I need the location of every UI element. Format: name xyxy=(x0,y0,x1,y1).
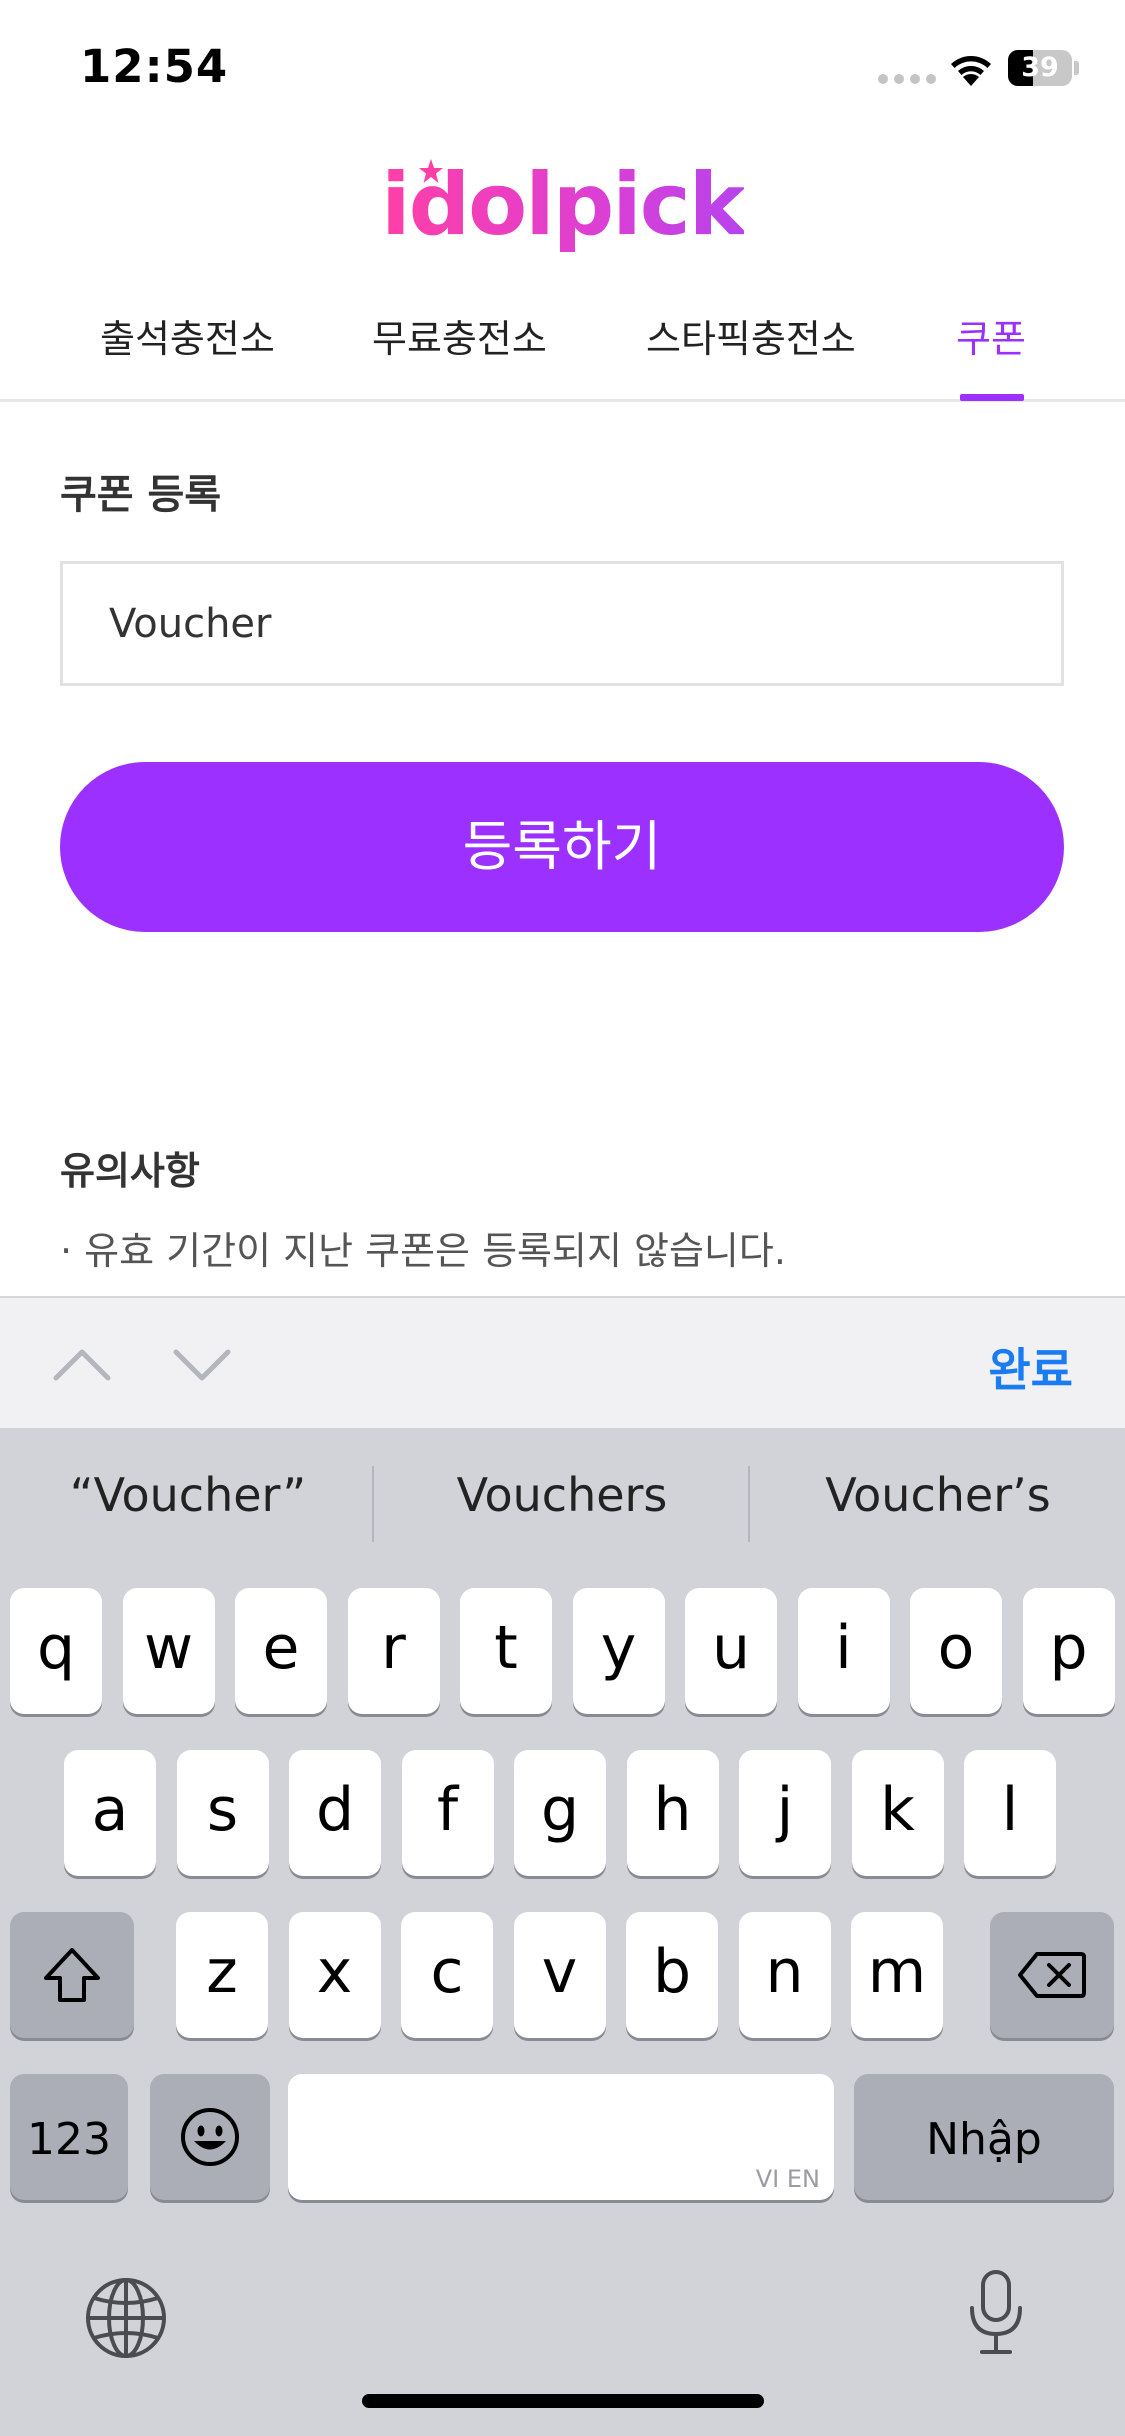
key-b[interactable]: b xyxy=(626,1912,718,2038)
star-icon xyxy=(419,159,443,183)
keyboard-language-hint: VI EN xyxy=(755,2165,820,2193)
register-coupon-button[interactable]: 등록하기 xyxy=(60,762,1064,932)
key-h[interactable]: h xyxy=(626,1750,719,1876)
key-e[interactable]: e xyxy=(235,1588,327,1714)
tab-free-charge[interactable]: 무료충전소 xyxy=(372,308,547,363)
predictive-suggestions: “Voucher” Vouchers Voucher’s xyxy=(0,1428,1125,1578)
suggestion-1[interactable]: “Voucher” xyxy=(8,1468,368,1522)
chevron-down-icon[interactable] xyxy=(172,1338,232,1388)
key-l[interactable]: l xyxy=(964,1750,1056,1876)
key-v[interactable]: v xyxy=(513,1912,606,2038)
backspace-icon xyxy=(1018,1952,1086,1998)
battery-icon: 39 xyxy=(1008,50,1079,86)
key-j[interactable]: j xyxy=(739,1750,831,1876)
battery-level: 39 xyxy=(1021,52,1059,83)
notes-title: 유의사항 xyxy=(60,1149,200,1193)
key-q[interactable]: q xyxy=(10,1588,102,1714)
key-x[interactable]: x xyxy=(288,1912,381,2038)
key-w[interactable]: w xyxy=(122,1588,215,1714)
status-bar: 12:54 39 xyxy=(0,0,1125,140)
space-key[interactable]: VI EN xyxy=(288,2074,834,2200)
coupon-code-input[interactable] xyxy=(63,564,1061,683)
key-y[interactable]: y xyxy=(572,1588,665,1714)
key-m[interactable]: m xyxy=(851,1912,943,2038)
key-c[interactable]: c xyxy=(401,1912,493,2038)
done-button[interactable]: 완료 xyxy=(988,1334,1073,1400)
return-key[interactable]: Nhập xyxy=(854,2074,1114,2200)
charge-tabs: 출석충전소 무료충전소 스타픽충전소 쿠폰 xyxy=(0,290,1125,402)
home-indicator xyxy=(362,2394,764,2408)
chevron-up-icon[interactable] xyxy=(52,1338,112,1388)
wifi-icon xyxy=(951,56,991,86)
key-r[interactable]: r xyxy=(347,1588,440,1714)
key-p[interactable]: p xyxy=(1022,1588,1115,1714)
key-g[interactable]: g xyxy=(514,1750,606,1876)
coupon-input-box xyxy=(60,561,1064,686)
shift-icon xyxy=(44,1948,100,2002)
suggestion-3[interactable]: Voucher’s xyxy=(758,1468,1118,1522)
key-d[interactable]: d xyxy=(289,1750,381,1876)
status-time: 12:54 xyxy=(80,40,229,93)
emoji-key[interactable] xyxy=(150,2074,270,2200)
coupon-section-title: 쿠폰 등록 xyxy=(60,472,222,518)
microphone-icon[interactable] xyxy=(966,2268,1026,2358)
key-t[interactable]: t xyxy=(460,1588,552,1714)
coupon-screen: 12:54 39 idolpick 출석충전소 무료충전소 스타픽충전소 쿠폰 … xyxy=(0,0,1125,2436)
key-o[interactable]: o xyxy=(910,1588,1002,1714)
key-i[interactable]: i xyxy=(797,1588,890,1714)
delete-key[interactable] xyxy=(990,1912,1114,2038)
key-k[interactable]: k xyxy=(851,1750,944,1876)
key-f[interactable]: f xyxy=(401,1750,494,1876)
numbers-key[interactable]: 123 xyxy=(10,2074,128,2200)
tab-starpick-charge[interactable]: 스타픽충전소 xyxy=(646,308,856,363)
shift-key[interactable] xyxy=(10,1912,134,2038)
key-z[interactable]: z xyxy=(176,1912,268,2038)
keyboard-accessory-bar: 완료 xyxy=(0,1296,1125,1428)
numbers-key-label: 123 xyxy=(27,2114,111,2165)
key-n[interactable]: n xyxy=(738,1912,831,2038)
key-u[interactable]: u xyxy=(685,1588,777,1714)
suggestion-2[interactable]: Vouchers xyxy=(382,1468,742,1522)
cellular-signal-icon xyxy=(878,74,936,84)
globe-icon[interactable] xyxy=(84,2276,168,2360)
app-logo: idolpick xyxy=(0,150,1125,260)
tab-coupon[interactable]: 쿠폰 xyxy=(956,308,1026,363)
emoji-icon xyxy=(181,2108,239,2166)
return-key-label: Nhập xyxy=(926,2114,1042,2165)
key-s[interactable]: s xyxy=(176,1750,269,1876)
key-a[interactable]: a xyxy=(64,1750,156,1876)
tab-attendance[interactable]: 출석충전소 xyxy=(100,308,275,363)
active-tab-indicator xyxy=(960,394,1024,401)
note-item: · 유효 기간이 지난 쿠폰은 등록되지 않습니다. xyxy=(60,1229,786,1273)
